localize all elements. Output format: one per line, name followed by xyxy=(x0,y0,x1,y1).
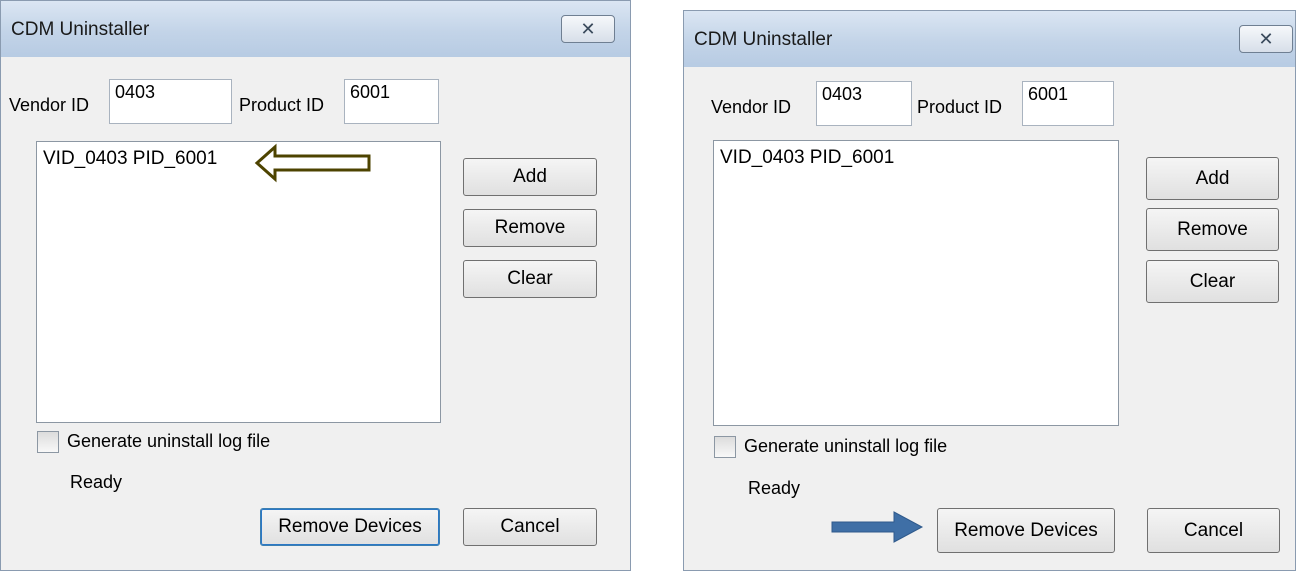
device-list[interactable]: VID_0403 PID_6001 xyxy=(713,140,1119,426)
window-title: CDM Uninstaller xyxy=(694,29,833,50)
close-icon: ✕ xyxy=(580,18,596,39)
clear-button[interactable]: Clear xyxy=(463,260,597,298)
device-list[interactable]: VID_0403 PID_6001 xyxy=(36,141,441,423)
product-id-label: Product ID xyxy=(917,97,1003,117)
cdm-uninstaller-dialog-right: CDM Uninstaller ✕ Vendor ID 0403 Product… xyxy=(683,10,1296,571)
close-icon: ✕ xyxy=(1258,28,1274,49)
list-item[interactable]: VID_0403 PID_6001 xyxy=(720,145,1112,171)
solid-right-arrow-icon xyxy=(831,511,924,543)
product-id-field[interactable]: 6001 xyxy=(1022,81,1114,126)
log-file-label: Generate uninstall log file xyxy=(744,436,948,456)
cancel-button[interactable]: Cancel xyxy=(1147,508,1280,553)
vendor-id-label: Vendor ID xyxy=(9,95,90,115)
close-button[interactable]: ✕ xyxy=(561,15,615,43)
clear-button[interactable]: Clear xyxy=(1146,260,1279,303)
status-text: Ready xyxy=(748,478,801,498)
vendor-id-field[interactable]: 0403 xyxy=(109,79,232,124)
dialog-content: Vendor ID 0403 Product ID 6001 VID_0403 … xyxy=(684,67,1295,570)
log-file-checkbox[interactable] xyxy=(714,436,736,458)
add-button[interactable]: Add xyxy=(463,158,597,196)
product-id-field[interactable]: 6001 xyxy=(344,79,439,124)
vendor-id-field[interactable]: 0403 xyxy=(816,81,912,126)
remove-button[interactable]: Remove xyxy=(1146,208,1279,251)
hollow-left-arrow-icon xyxy=(254,143,371,183)
title-bar: CDM Uninstaller ✕ xyxy=(684,11,1295,67)
remove-button[interactable]: Remove xyxy=(463,209,597,247)
window-title: CDM Uninstaller xyxy=(11,19,150,40)
cdm-uninstaller-dialog-left: CDM Uninstaller ✕ Vendor ID 0403 Product… xyxy=(0,0,631,571)
remove-devices-button[interactable]: Remove Devices xyxy=(937,508,1115,553)
status-text: Ready xyxy=(70,472,123,492)
dialog-content: Vendor ID 0403 Product ID 6001 VID_0403 … xyxy=(1,57,630,570)
add-button[interactable]: Add xyxy=(1146,157,1279,200)
remove-devices-button[interactable]: Remove Devices xyxy=(260,508,440,546)
close-button[interactable]: ✕ xyxy=(1239,25,1293,53)
log-file-checkbox[interactable] xyxy=(37,431,59,453)
cancel-button[interactable]: Cancel xyxy=(463,508,597,546)
log-file-label: Generate uninstall log file xyxy=(67,431,271,451)
vendor-id-label: Vendor ID xyxy=(711,97,792,117)
title-bar: CDM Uninstaller ✕ xyxy=(1,1,630,57)
product-id-label: Product ID xyxy=(239,95,325,115)
